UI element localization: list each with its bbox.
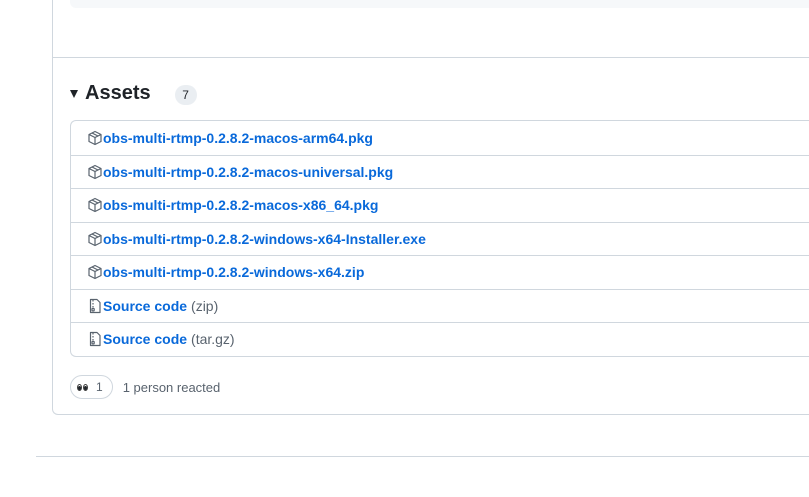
release-card: Assets 7 obs-multi-rtmp-0.2.8.2-macos-ar… xyxy=(52,0,809,415)
asset-link[interactable]: obs-multi-rtmp-0.2.8.2-windows-x64-Insta… xyxy=(103,231,426,247)
assets-title: Assets xyxy=(85,81,151,104)
asset-link[interactable]: Source code (tar.gz) xyxy=(103,331,235,347)
asset-row: obs-multi-rtmp-0.2.8.2-macos-x86_64.pkg xyxy=(71,188,809,222)
file-zip-icon xyxy=(87,298,103,314)
asset-link-label: Source code xyxy=(103,297,188,314)
asset-row: obs-multi-rtmp-0.2.8.2-windows-x64.zip xyxy=(71,255,809,289)
reactions-bar: 1 1 person reacted xyxy=(70,375,220,399)
package-icon xyxy=(87,130,103,146)
assets-toggle[interactable]: Assets 7 xyxy=(70,78,197,108)
asset-link-suffix: (zip) xyxy=(191,297,219,314)
release-page: Assets 7 obs-multi-rtmp-0.2.8.2-macos-ar… xyxy=(0,0,809,497)
package-icon xyxy=(87,164,103,180)
asset-list: obs-multi-rtmp-0.2.8.2-macos-arm64.pkg o… xyxy=(70,120,809,357)
asset-link[interactable]: obs-multi-rtmp-0.2.8.2-macos-arm64.pkg xyxy=(103,130,373,146)
eye-left xyxy=(77,383,82,391)
asset-link-suffix: (tar.gz) xyxy=(191,331,235,348)
asset-row: obs-multi-rtmp-0.2.8.2-windows-x64-Insta… xyxy=(71,221,809,256)
package-icon xyxy=(87,231,103,247)
asset-link[interactable]: Source code (zip) xyxy=(103,298,218,314)
caret-down-icon xyxy=(70,90,78,98)
assets-count-badge: 7 xyxy=(174,84,197,105)
reaction-summary: 1 person reacted xyxy=(122,379,221,395)
section-divider xyxy=(53,57,809,58)
reaction-count: 1 xyxy=(96,380,103,394)
asset-row: Source code (zip) xyxy=(71,288,809,323)
asset-row: Source code (tar.gz) xyxy=(71,322,809,356)
eyes-emoji-icon xyxy=(77,383,88,391)
eyes-reaction-button[interactable]: 1 xyxy=(70,375,113,399)
release-notes-box xyxy=(70,0,809,8)
asset-row: obs-multi-rtmp-0.2.8.2-macos-arm64.pkg xyxy=(71,121,809,155)
package-icon xyxy=(87,197,103,213)
asset-row: obs-multi-rtmp-0.2.8.2-macos-universal.p… xyxy=(71,154,809,189)
asset-link[interactable]: obs-multi-rtmp-0.2.8.2-macos-universal.p… xyxy=(103,164,393,180)
asset-link[interactable]: obs-multi-rtmp-0.2.8.2-windows-x64.zip xyxy=(103,264,364,280)
eye-right xyxy=(83,383,88,391)
asset-link-label: Source code xyxy=(103,331,188,348)
package-icon xyxy=(87,264,103,280)
file-zip-icon xyxy=(87,331,103,347)
page-divider xyxy=(36,456,809,457)
asset-link[interactable]: obs-multi-rtmp-0.2.8.2-macos-x86_64.pkg xyxy=(103,197,378,213)
